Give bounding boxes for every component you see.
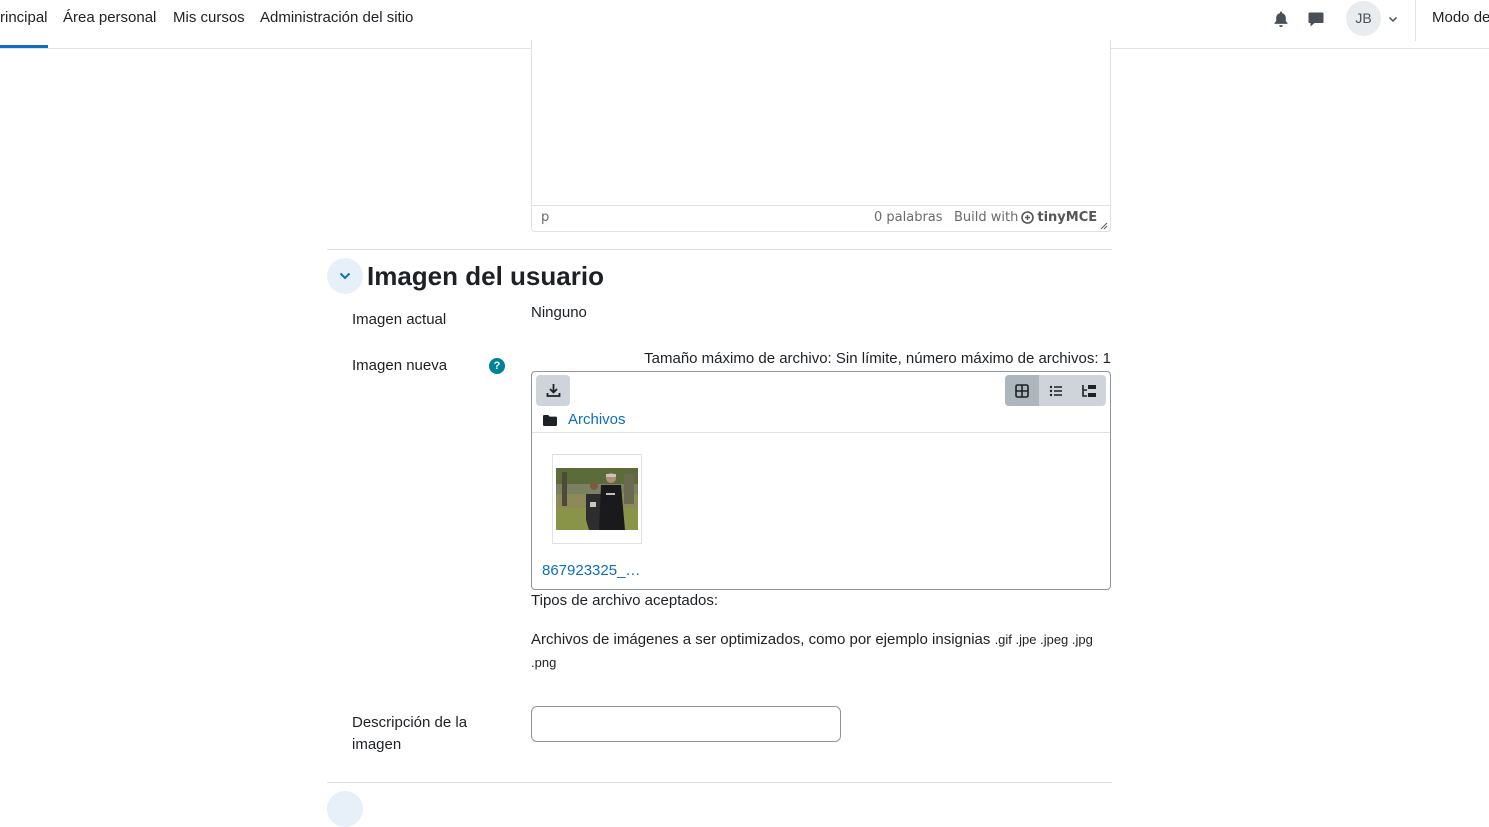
edit-mode-toggle-label[interactable]: Modo de bbox=[1432, 0, 1489, 36]
section-title: Imagen del usuario bbox=[367, 261, 604, 291]
tree-view-icon[interactable] bbox=[1072, 375, 1106, 406]
accepted-types-description: Archivos de imágenes a ser optimizados, … bbox=[531, 631, 1093, 648]
user-avatar[interactable]: JB bbox=[1346, 1, 1381, 36]
view-switcher bbox=[1005, 375, 1106, 406]
rich-text-editor[interactable]: p 0 palabras Build with tinyMCE bbox=[531, 40, 1111, 232]
current-image-label: Imagen actual bbox=[352, 311, 447, 328]
editor-brand-name: tinyMCE bbox=[1037, 210, 1098, 225]
folder-icon bbox=[543, 415, 557, 426]
nav-divider bbox=[1415, 0, 1416, 41]
new-image-label: Imagen nueva bbox=[352, 357, 448, 374]
section-divider bbox=[327, 249, 1112, 250]
image-description-input[interactable] bbox=[531, 706, 841, 742]
nav-item-site-admin[interactable]: Administración del sitio bbox=[260, 0, 413, 48]
image-description-label: Descripción de la imagen bbox=[352, 714, 468, 753]
grid-view-icon[interactable] bbox=[1005, 375, 1039, 406]
add-file-button[interactable] bbox=[536, 375, 570, 406]
resize-handle-icon[interactable] bbox=[1098, 219, 1108, 230]
next-section-collapse-button[interactable] bbox=[327, 791, 363, 827]
section-divider bbox=[327, 782, 1112, 783]
list-view-icon[interactable] bbox=[1039, 375, 1073, 406]
messages-icon[interactable] bbox=[1306, 9, 1326, 29]
download-icon bbox=[546, 384, 560, 397]
file-name-link[interactable]: 867923325_… bbox=[542, 562, 652, 579]
folder-breadcrumb-link[interactable]: Archivos bbox=[568, 411, 626, 428]
accepted-types-label: Tipos de archivo aceptados: bbox=[531, 592, 719, 609]
editor-branding[interactable]: Build with tinyMCE bbox=[954, 210, 1097, 225]
file-manager: Archivos 867923325_… bbox=[531, 371, 1111, 590]
tinymce-logo-icon bbox=[1021, 211, 1035, 224]
file-manager-toolbar: Archivos bbox=[532, 372, 1110, 433]
bell-icon[interactable] bbox=[1271, 9, 1291, 29]
help-icon[interactable]: ? bbox=[489, 358, 505, 374]
accepted-types-desc-text: Archivos de imágenes a ser optimizados, … bbox=[531, 631, 991, 648]
nav-item-home[interactable]: rincipal bbox=[0, 0, 48, 48]
nav-item-dashboard[interactable]: Área personal bbox=[63, 0, 156, 48]
current-image-value: Ninguno bbox=[531, 304, 587, 321]
photo-thumbnail-image bbox=[556, 468, 638, 530]
editor-statusbar: p 0 palabras Build with tinyMCE bbox=[532, 205, 1110, 231]
file-thumbnail[interactable] bbox=[552, 454, 642, 544]
editor-brand-prefix: Build with bbox=[954, 210, 1019, 225]
editor-word-count[interactable]: 0 palabras bbox=[874, 210, 943, 225]
chevron-down-icon[interactable] bbox=[1387, 12, 1399, 24]
nav-item-my-courses[interactable]: Mis cursos bbox=[173, 0, 245, 48]
editor-element-path[interactable]: p bbox=[541, 210, 549, 225]
accepted-extensions-list: .gif .jpe .jpeg .jpg bbox=[994, 632, 1093, 647]
file-limits-text: Tamaño máximo de archivo: Sin límite, nú… bbox=[644, 350, 1111, 367]
accepted-extensions-list-continued: .png bbox=[531, 655, 557, 670]
section-collapse-button[interactable] bbox=[327, 258, 363, 294]
chevron-down-icon bbox=[339, 272, 351, 280]
